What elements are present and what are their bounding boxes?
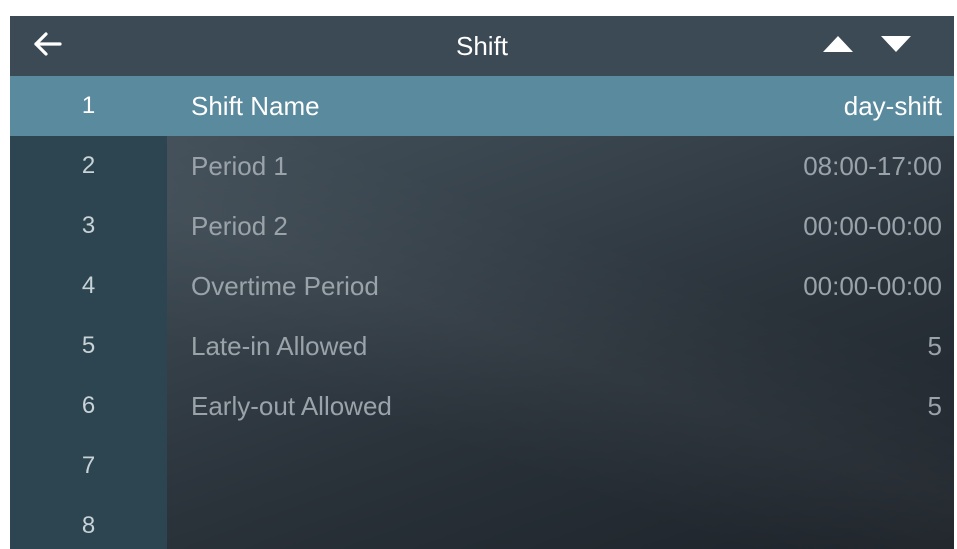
row-value: 5 bbox=[927, 331, 942, 361]
row-value: 00:00-00:00 bbox=[803, 211, 942, 241]
row-number: 4 bbox=[81, 272, 96, 299]
row-label: Period 1 bbox=[191, 151, 288, 181]
row-number: 2 bbox=[81, 152, 96, 179]
page-up-button[interactable] bbox=[818, 30, 858, 62]
row-value: 08:00-17:00 bbox=[803, 151, 942, 181]
list-item-empty-8[interactable]: 8 bbox=[10, 496, 954, 549]
row-value: day-shift bbox=[843, 91, 942, 121]
triangle-down-icon bbox=[879, 34, 913, 59]
triangle-up-icon bbox=[821, 34, 855, 59]
row-number: 7 bbox=[81, 452, 96, 479]
device-screen: Shift 1 Shift Name day-shift 2 Period 1 … bbox=[10, 16, 954, 549]
row-value: 5 bbox=[927, 391, 942, 421]
header-bar: Shift bbox=[10, 16, 954, 76]
row-label: Shift Name bbox=[191, 91, 320, 121]
page-down-button[interactable] bbox=[876, 30, 916, 62]
row-number: 3 bbox=[81, 212, 96, 239]
list-item-period-1[interactable]: 2 Period 1 08:00-17:00 bbox=[10, 136, 954, 196]
list-item-shift-name[interactable]: 1 Shift Name day-shift bbox=[10, 76, 954, 136]
list-item-overtime-period[interactable]: 4 Overtime Period 00:00-00:00 bbox=[10, 256, 954, 316]
row-number: 6 bbox=[81, 392, 96, 419]
row-number: 5 bbox=[81, 332, 96, 359]
row-number: 1 bbox=[81, 92, 96, 119]
page-title: Shift bbox=[455, 31, 509, 61]
list-item-empty-7[interactable]: 7 bbox=[10, 436, 954, 496]
list-item-period-2[interactable]: 3 Period 2 00:00-00:00 bbox=[10, 196, 954, 256]
row-label: Early-out Allowed bbox=[191, 391, 392, 421]
list-item-early-out-allowed[interactable]: 6 Early-out Allowed 5 bbox=[10, 376, 954, 436]
list-item-late-in-allowed[interactable]: 5 Late-in Allowed 5 bbox=[10, 316, 954, 376]
shift-settings-list: 1 Shift Name day-shift 2 Period 1 08:00-… bbox=[10, 76, 954, 549]
row-number: 8 bbox=[81, 512, 96, 539]
row-label: Period 2 bbox=[191, 211, 288, 241]
row-value: 00:00-00:00 bbox=[803, 271, 942, 301]
row-label: Late-in Allowed bbox=[191, 331, 368, 361]
row-label: Overtime Period bbox=[191, 271, 379, 301]
